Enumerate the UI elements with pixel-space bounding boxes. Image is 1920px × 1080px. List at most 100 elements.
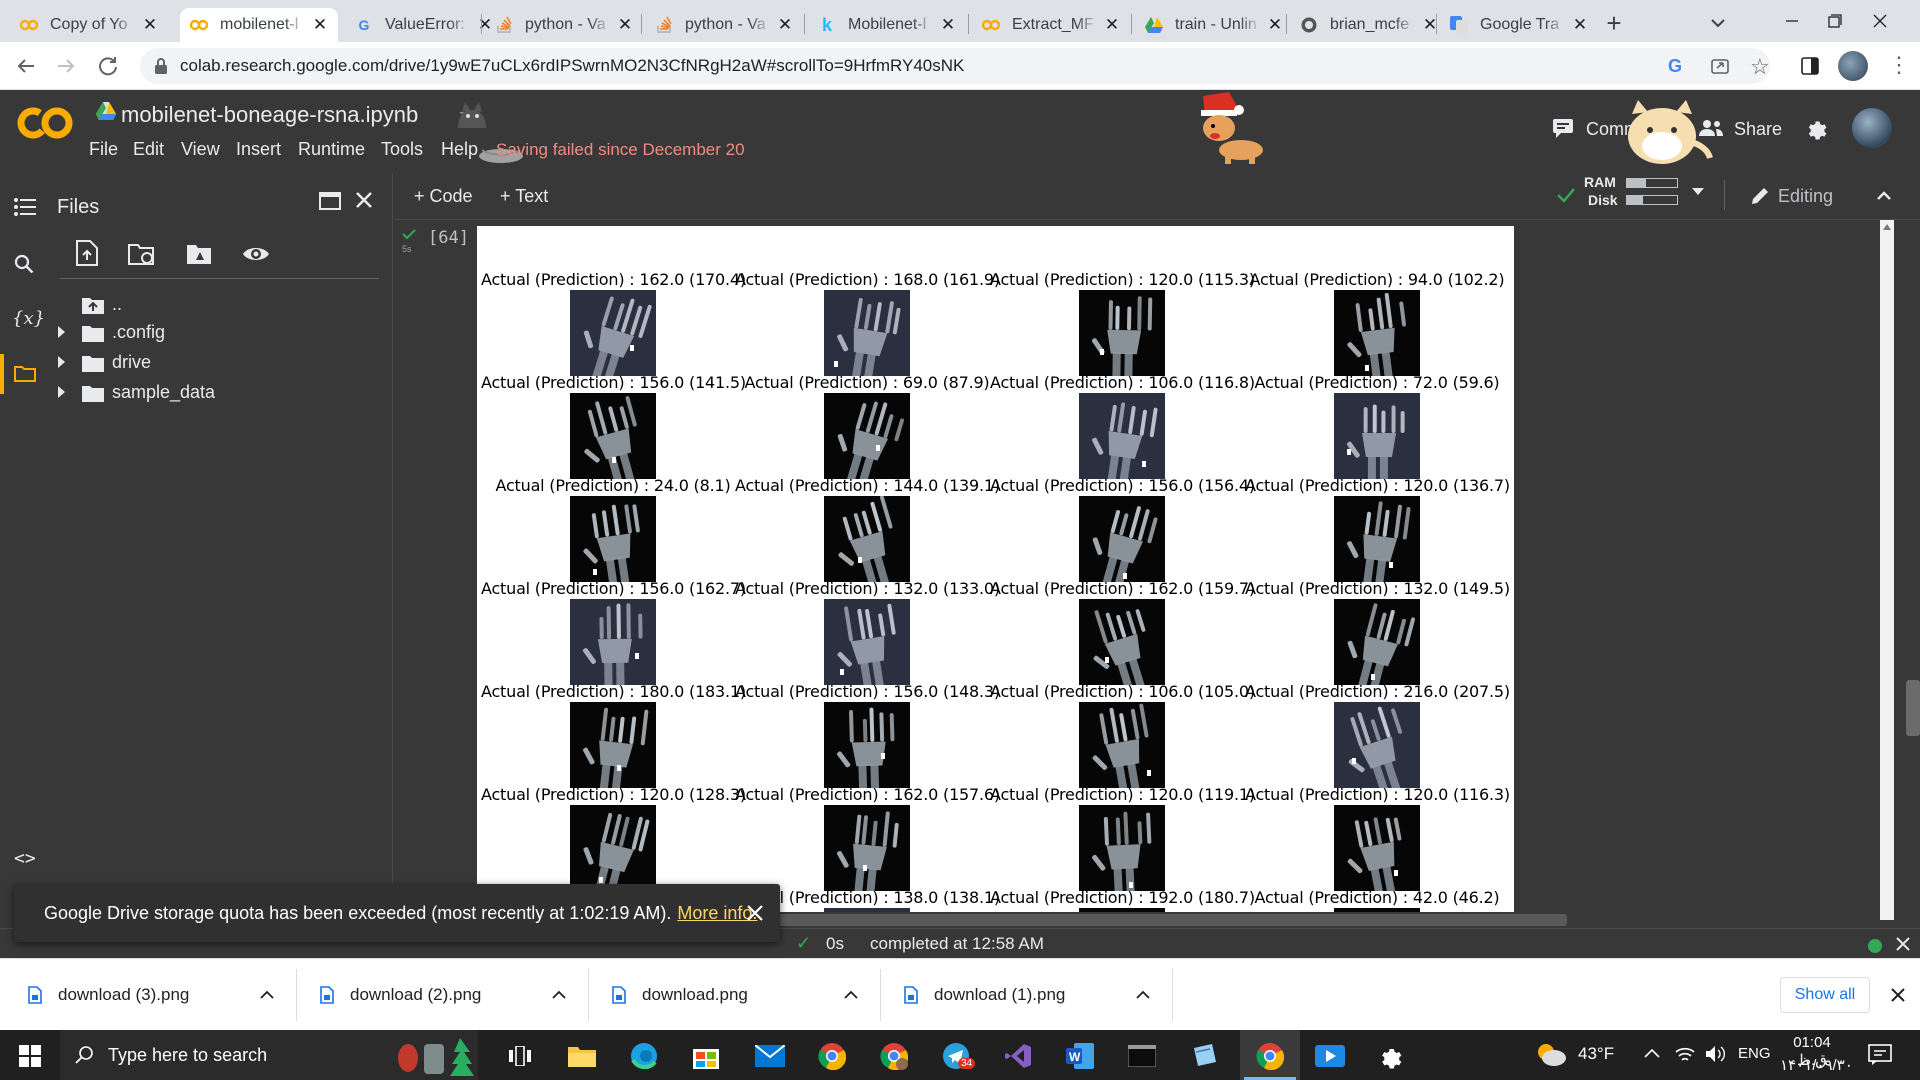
file-tree-item[interactable]: drive	[52, 350, 382, 376]
lock-icon[interactable]	[154, 57, 168, 75]
browser-tab-4[interactable]: python - Va ✕	[485, 8, 643, 42]
wifi-icon[interactable]	[1674, 1044, 1696, 1064]
tab-close-icon[interactable]: ✕	[617, 15, 633, 35]
file-explorer-icon[interactable]	[562, 1036, 602, 1076]
word-icon[interactable]: W	[1060, 1036, 1100, 1076]
bookmark-star-icon[interactable]: ☆	[1750, 54, 1770, 80]
file-tree-item[interactable]: .config	[52, 320, 382, 346]
mount-drive-icon[interactable]	[186, 242, 214, 266]
close-panel-icon[interactable]	[354, 190, 374, 210]
code-snippets-icon[interactable]: <>	[14, 848, 36, 869]
volume-icon[interactable]	[1704, 1044, 1726, 1064]
scrollbar-up-arrow[interactable]	[1883, 224, 1891, 230]
edge-browser-icon[interactable]	[624, 1036, 664, 1076]
input-language[interactable]: ENG	[1738, 1045, 1771, 1062]
media-player-icon[interactable]	[1310, 1036, 1350, 1076]
download-options-chevron-icon[interactable]	[844, 989, 858, 999]
download-options-chevron-icon[interactable]	[552, 989, 566, 999]
close-window-button[interactable]	[1860, 8, 1900, 34]
new-tab-button[interactable]: +	[1598, 8, 1630, 40]
visual-studio-icon[interactable]	[998, 1036, 1038, 1076]
close-status-icon[interactable]	[1896, 937, 1910, 951]
expand-chevron-icon[interactable]	[58, 326, 66, 338]
tab-search-button[interactable]	[1705, 10, 1731, 36]
colab-logo[interactable]	[16, 104, 74, 142]
folder-icon[interactable]	[14, 364, 36, 382]
account-avatar[interactable]	[1852, 108, 1892, 148]
toast-close-icon[interactable]	[746, 904, 764, 922]
variables-icon[interactable]: {x}	[12, 308, 45, 329]
download-item[interactable]: download (2).png	[306, 959, 584, 1031]
tab-close-icon[interactable]: ✕	[777, 15, 793, 35]
editing-mode-button[interactable]: Editing	[1778, 186, 1833, 207]
show-hidden-eye-icon[interactable]	[242, 244, 270, 264]
chrome-profile-icon[interactable]	[874, 1036, 914, 1076]
tray-expand-icon[interactable]	[1644, 1048, 1660, 1058]
expand-chevron-icon[interactable]	[58, 386, 66, 398]
minimize-button[interactable]	[1772, 8, 1812, 34]
notifications-icon[interactable]	[1868, 1044, 1892, 1066]
task-view-icon[interactable]	[500, 1036, 540, 1076]
download-options-chevron-icon[interactable]	[1136, 989, 1150, 999]
menu-file[interactable]: File	[89, 139, 118, 160]
browser-tab-8[interactable]: train - Unlin ✕	[1135, 8, 1293, 42]
clock-date[interactable]: ۱۴۰۱/۰۹/۳۰	[1780, 1056, 1853, 1074]
chrome-icon[interactable]	[812, 1036, 852, 1076]
download-item[interactable]: download (3).png	[14, 959, 292, 1031]
tab-close-icon[interactable]: ✕	[1104, 15, 1120, 35]
weather-cloud-icon[interactable]	[1534, 1040, 1568, 1068]
cell-run-check-icon[interactable]	[402, 228, 416, 240]
tab-close-icon[interactable]: ✕	[142, 15, 158, 35]
share-button[interactable]: Share	[1734, 119, 1782, 140]
side-panel-icon[interactable]	[1800, 56, 1820, 76]
menu-view[interactable]: View	[181, 139, 220, 160]
file-tree-item[interactable]: sample_data	[52, 380, 382, 406]
tab-close-icon[interactable]: ✕	[1267, 15, 1283, 35]
scrollbar-thumb[interactable]	[1906, 680, 1920, 736]
browser-tab-3[interactable]: G ValueError: ✕	[345, 8, 503, 42]
notebook-name[interactable]: mobilenet-boneage-rsna.ipynb	[121, 102, 418, 128]
browser-tab-2[interactable]: mobilenet-l ✕	[180, 8, 338, 42]
save-status-warning[interactable]: Saving failed since December 20	[496, 140, 745, 160]
refresh-folder-icon[interactable]	[128, 242, 156, 266]
tab-close-icon[interactable]: ✕	[312, 15, 328, 35]
menu-edit[interactable]: Edit	[133, 139, 164, 160]
forward-button[interactable]	[50, 50, 82, 82]
terminal-icon[interactable]	[1122, 1036, 1162, 1076]
notes-app-icon[interactable]	[1184, 1036, 1224, 1076]
share-people-icon[interactable]	[1698, 119, 1724, 137]
restore-button[interactable]	[1814, 8, 1854, 34]
address-bar[interactable]: colab.research.google.com/drive/1y9wE7uC…	[140, 48, 1770, 84]
browser-tab-9[interactable]: brian_mcfe ✕	[1290, 8, 1448, 42]
download-item[interactable]: download (1).png	[890, 959, 1168, 1031]
browser-tab-5[interactable]: python - Va ✕	[645, 8, 803, 42]
menu-insert[interactable]: Insert	[236, 139, 281, 160]
menu-runtime[interactable]: Runtime	[298, 139, 365, 160]
show-all-downloads-button[interactable]: Show all	[1780, 977, 1870, 1013]
browser-tab-6[interactable]: k Mobilenet-l ✕	[808, 8, 966, 42]
resources-dropdown-icon[interactable]	[1692, 188, 1704, 196]
browser-menu-icon[interactable]: ⋮	[1888, 54, 1910, 78]
file-tree-item[interactable]: ..	[52, 292, 382, 318]
close-downloads-icon[interactable]	[1890, 987, 1906, 1003]
expand-chevron-icon[interactable]	[58, 356, 66, 368]
taskbar-search-box[interactable]: Type here to search	[60, 1030, 478, 1080]
upload-file-icon[interactable]	[76, 240, 98, 266]
download-options-chevron-icon[interactable]	[260, 989, 274, 999]
menu-tools[interactable]: Tools	[381, 139, 423, 160]
collapse-header-icon[interactable]	[1874, 186, 1894, 206]
settings-app-icon[interactable]	[1370, 1036, 1410, 1076]
chrome-active-icon[interactable]	[1250, 1036, 1290, 1076]
profile-avatar[interactable]	[1838, 51, 1868, 81]
table-of-contents-icon[interactable]	[14, 198, 36, 216]
download-item[interactable]: download.png	[598, 959, 876, 1031]
back-button[interactable]	[10, 50, 42, 82]
browser-tab-1[interactable]: Copy of Yo ✕	[10, 8, 168, 42]
weather-temp[interactable]: 43°F	[1578, 1044, 1614, 1064]
tab-close-icon[interactable]: ✕	[940, 15, 956, 35]
telegram-icon[interactable]: 34	[936, 1036, 976, 1076]
tab-close-icon[interactable]: ✕	[1572, 15, 1588, 35]
microsoft-store-icon[interactable]	[686, 1036, 726, 1076]
scrollbar-track[interactable]	[1880, 220, 1894, 920]
windows-start-icon[interactable]	[10, 1036, 50, 1076]
